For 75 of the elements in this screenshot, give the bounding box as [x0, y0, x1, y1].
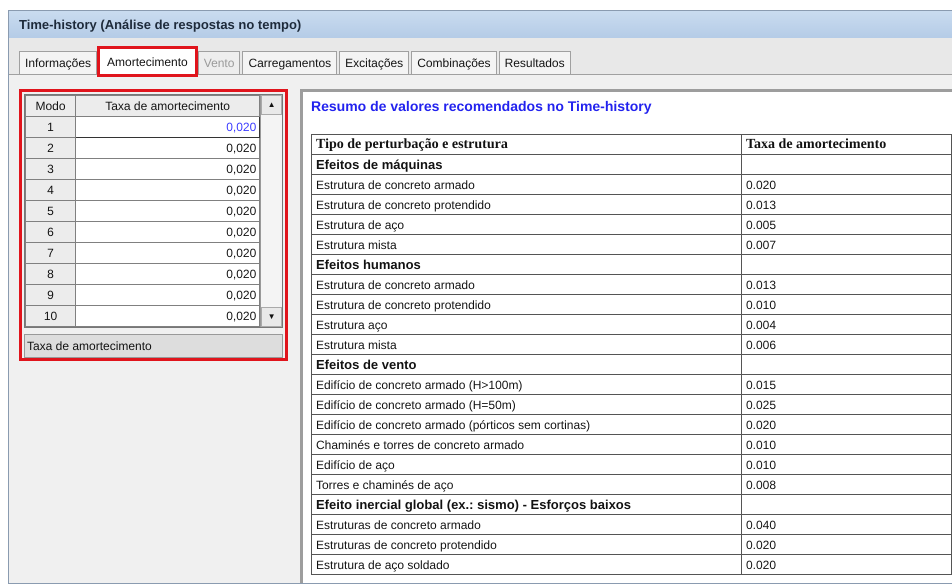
table-cell: 0.020: [742, 554, 952, 574]
row-header: 2: [26, 138, 76, 158]
table-cell: Estrutura de concreto armado: [312, 274, 742, 294]
column-header: Taxa de amortecimento: [742, 134, 952, 154]
table-cell: 0.005: [742, 214, 952, 234]
row-header: 4: [26, 180, 76, 200]
table-cell: Edifício de concreto armado (H>100m): [312, 374, 742, 394]
table-cell: Edifício de concreto armado (pórticos sem cortinas): [312, 414, 742, 434]
tab[interactable]: Combinações: [411, 51, 497, 74]
row-header: 7: [26, 242, 76, 264]
value-cell[interactable]: 0,020: [76, 138, 260, 158]
table-cell: Torres e chaminés de aço: [312, 474, 742, 494]
group-header: Efeitos de máquinas: [312, 154, 742, 174]
value-cell[interactable]: 0,020: [76, 116, 260, 138]
value-cell[interactable]: 0,020: [76, 306, 260, 326]
value-cell[interactable]: 0,020: [76, 158, 260, 180]
row-header: 6: [26, 222, 76, 242]
table-cell: 0.025: [742, 394, 952, 414]
table-cell: Estrutura aço: [312, 314, 742, 334]
table-cell: 0.010: [742, 434, 952, 454]
summary-title: Resumo de valores recomendados no Time-history: [311, 97, 653, 116]
table-cell: 0.040: [742, 514, 952, 534]
table-cell: 0.007: [742, 234, 952, 254]
table-cell: Edifício de aço: [312, 454, 742, 474]
table-cell: 0.004: [742, 314, 952, 334]
table-cell: Estruturas de concreto armado: [312, 514, 742, 534]
table-cell: Estrutura mista: [312, 234, 742, 254]
grid-caption: Taxa de amortecimento: [24, 334, 283, 358]
table-cell: 0.010: [742, 454, 952, 474]
scroll-up-button[interactable]: ▲: [261, 95, 282, 115]
tab[interactable]: Carregamentos: [242, 51, 338, 74]
table-cell: 0.020: [742, 534, 952, 554]
scroll-down-button[interactable]: ▼: [261, 307, 282, 327]
row-header: 10: [26, 306, 76, 326]
table-cell: Estrutura de concreto armado: [312, 174, 742, 194]
table-cell: 0.010: [742, 294, 952, 314]
table-cell: 0.020: [742, 414, 952, 434]
row-header: 1: [26, 116, 76, 138]
recommended-values-link[interactable]: valores recomendados: [390, 98, 543, 114]
table-cell: 0.013: [742, 274, 952, 294]
group-header: Efeitos humanos: [312, 254, 742, 274]
group-header: Efeitos de vento: [312, 354, 742, 374]
table-cell: 0.020: [742, 174, 952, 194]
table-cell: Estrutura de aço: [312, 214, 742, 234]
table-cell: Estrutura de concreto protendido: [312, 294, 742, 314]
window-title: Time-history (Análise de respostas no tempo): [9, 11, 952, 38]
row-header: 3: [26, 158, 76, 180]
tab[interactable]: Amortecimento: [99, 48, 196, 75]
column-header: Taxa de amortecimento: [76, 96, 260, 116]
tab[interactable]: Informações: [19, 51, 98, 74]
value-cell[interactable]: 0,020: [76, 200, 260, 222]
table-cell: Estruturas de concreto protendido: [312, 534, 742, 554]
scrollbar[interactable]: ▲ ▼: [260, 95, 282, 327]
value-cell[interactable]: 0,020: [76, 284, 260, 306]
group-header: Efeito inercial global (ex.: sismo) - Esforços baixos: [312, 494, 742, 514]
tab[interactable]: Resultados: [498, 51, 571, 74]
value-cell[interactable]: 0,020: [76, 242, 260, 264]
table-cell: 0.015: [742, 374, 952, 394]
table-cell: Estrutura mista: [312, 334, 742, 354]
value-cell[interactable]: 0,020: [76, 264, 260, 284]
value-cell[interactable]: 0,020: [76, 222, 260, 242]
column-header: Modo: [26, 96, 76, 116]
row-header: 8: [26, 264, 76, 284]
table-cell: Edifício de concreto armado (H=50m): [312, 394, 742, 414]
value-cell[interactable]: 0,020: [76, 180, 260, 200]
table-cell: 0.006: [742, 334, 952, 354]
table-cell: Estrutura de aço soldado: [312, 554, 742, 574]
table-cell: 0.008: [742, 474, 952, 494]
table-cell: Chaminés e torres de concreto armado: [312, 434, 742, 454]
row-header: 9: [26, 284, 76, 306]
table-cell: 0.013: [742, 194, 952, 214]
table-cell: Estrutura de concreto protendido: [312, 194, 742, 214]
tab[interactable]: Excitações: [339, 51, 410, 74]
column-header: Tipo de perturbação e estrutura: [312, 134, 742, 154]
row-header: 5: [26, 200, 76, 222]
